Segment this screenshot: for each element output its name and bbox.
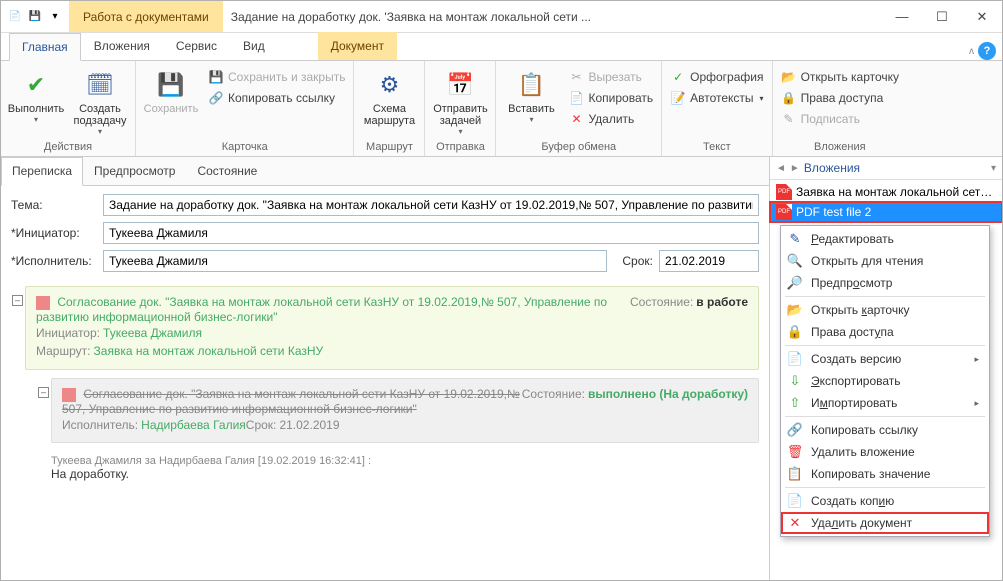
thread-title: Согласование док. "Заявка на монтаж лока…: [62, 387, 520, 416]
attachment-name: Заявка на монтаж локальной сети КазНУ о.…: [796, 185, 996, 199]
ctx-preview[interactable]: 🔎Предпросмотр: [781, 272, 989, 294]
titlebar: 📄 💾 ▾ Работа с документами Задание на до…: [1, 1, 1002, 33]
tab-state[interactable]: Состояние: [186, 157, 268, 185]
paste-button[interactable]: 📋 Вставить ▾: [500, 67, 562, 126]
window-title: Задание на доработку док. 'Заявка на мон…: [223, 10, 882, 24]
thread-title: Согласование док. "Заявка на монтаж лока…: [36, 295, 607, 324]
sign-button[interactable]: ✎Подписать: [777, 109, 903, 129]
ribbon-tabs: Главная Вложения Сервис Вид Документ ʌ ?: [1, 33, 1002, 61]
maximize-button[interactable]: ☐: [922, 2, 962, 32]
access-rights-button[interactable]: 🔒Права доступа: [777, 88, 903, 108]
attachments-panel: ◄ ► Вложения ▾ PDF Заявка на монтаж лока…: [770, 157, 1002, 580]
qat-save-icon[interactable]: 💾: [27, 9, 43, 25]
ctx-copy-link[interactable]: 🔗Копировать ссылку: [781, 419, 989, 441]
group-card-label: Карточка: [140, 140, 349, 154]
send-task-button[interactable]: 📅 Отправить задачей ▾: [429, 67, 491, 138]
help-icon[interactable]: ?: [978, 42, 996, 60]
ctx-delete-attachment[interactable]: 🗑Удалить вложение: [781, 441, 989, 463]
document-icon: [62, 388, 76, 402]
tab-service[interactable]: Сервис: [163, 32, 230, 60]
ctx-delete-document[interactable]: ✕Удалить документ: [781, 512, 989, 534]
ctx-edit[interactable]: ✎Редактировать: [781, 228, 989, 250]
close-button[interactable]: ✕: [962, 2, 1002, 32]
context-menu: ✎Редактировать 🔍Открыть для чтения 🔎Пред…: [780, 225, 990, 537]
nav-next-icon[interactable]: ►: [790, 163, 800, 174]
create-subtask-button[interactable]: 🗓 Создать подзадачу ▾: [69, 67, 131, 138]
form: Тема: Инициатор: Исполнитель: Срок:: [1, 186, 769, 280]
ctx-open-read[interactable]: 🔍Открыть для чтения: [781, 250, 989, 272]
initiator-label: Инициатор:: [11, 226, 97, 240]
collapse-icon[interactable]: –: [38, 387, 49, 398]
executor-input[interactable]: [103, 250, 607, 272]
group-route-label: Маршрут: [358, 140, 420, 154]
nav-prev-icon[interactable]: ◄: [776, 163, 786, 174]
ribbon: ✔ Выполнить ▾ 🗓 Создать подзадачу ▾ Дейс…: [1, 61, 1002, 157]
deadline-label: Срок:: [613, 254, 653, 268]
tab-attachments[interactable]: Вложения: [81, 32, 163, 60]
tab-document[interactable]: Документ: [318, 32, 397, 60]
ctx-import[interactable]: ⇧Импортировать▸: [781, 392, 989, 414]
initiator-input[interactable]: [103, 222, 759, 244]
subject-label: Тема:: [11, 198, 97, 212]
pdf-icon: PDF: [776, 184, 792, 200]
group-text-label: Текст: [666, 140, 767, 154]
ctx-rights[interactable]: 🔒Права доступа: [781, 321, 989, 343]
collapse-icon[interactable]: –: [12, 295, 23, 306]
thread-item[interactable]: – Состояние: в работе Согласование док. …: [25, 286, 759, 370]
contextual-tab-label: Работа с документами: [69, 1, 223, 32]
deadline-input[interactable]: [659, 250, 759, 272]
open-card-button[interactable]: 📂Открыть карточку: [777, 67, 903, 87]
thread-item[interactable]: – Состояние: выполнено (На доработку) Со…: [51, 378, 759, 443]
document-icon: [36, 296, 50, 310]
save-close-button[interactable]: 💾Сохранить и закрыть: [204, 67, 349, 87]
pdf-icon: PDF: [776, 204, 792, 220]
subject-input[interactable]: [103, 194, 759, 216]
attachment-name: PDF test file 2: [796, 205, 996, 219]
ribbon-collapse-icon[interactable]: ʌ: [969, 46, 974, 57]
group-clipboard-label: Буфер обмена: [500, 140, 657, 154]
execute-button[interactable]: ✔ Выполнить ▾: [5, 67, 67, 126]
autotext-button[interactable]: 📝Автотексты▾: [666, 88, 767, 108]
message-author: Тукеева Джамиля за Надирбаева Галия [19.…: [51, 455, 759, 467]
qat-app-icon[interactable]: 📄: [7, 9, 23, 25]
group-send-label: Отправка: [429, 140, 491, 154]
copy-button[interactable]: 📄Копировать: [564, 88, 657, 108]
executor-label: Исполнитель:: [11, 254, 97, 268]
attachment-item[interactable]: PDF PDF test file 2: [770, 202, 1002, 222]
group-actions-label: Действия: [5, 140, 131, 154]
delete-button[interactable]: ✕Удалить: [564, 109, 657, 129]
tab-correspondence[interactable]: Переписка: [1, 157, 83, 186]
attachment-item[interactable]: PDF Заявка на монтаж локальной сети КазН…: [770, 182, 1002, 202]
panel-dropdown-icon[interactable]: ▾: [991, 163, 996, 174]
tab-view[interactable]: Вид: [230, 32, 278, 60]
cut-button[interactable]: ✂Вырезать: [564, 67, 657, 87]
group-attachments-label: Вложения: [777, 140, 903, 154]
thread-message: Тукеева Джамиля за Надирбаева Галия [19.…: [51, 451, 759, 485]
save-button[interactable]: 💾 Сохранить: [140, 67, 202, 117]
ctx-export[interactable]: ⇩Экспортировать: [781, 370, 989, 392]
ctx-copy-value[interactable]: 📋Копировать значение: [781, 463, 989, 485]
route-scheme-button[interactable]: ⚙ Схема маршрута: [358, 67, 420, 129]
ctx-create-version[interactable]: 📄Создать версию▸: [781, 348, 989, 370]
ctx-make-copy[interactable]: 📄Создать копию: [781, 490, 989, 512]
copy-link-button[interactable]: 🔗Копировать ссылку: [204, 88, 349, 108]
spellcheck-button[interactable]: ✓Орфография: [666, 67, 767, 87]
ctx-open-card[interactable]: 📂Открыть карточку: [781, 299, 989, 321]
minimize-button[interactable]: —: [882, 2, 922, 32]
qat-dropdown-icon[interactable]: ▾: [47, 9, 63, 25]
tab-preview[interactable]: Предпросмотр: [83, 157, 186, 185]
tab-main[interactable]: Главная: [9, 33, 81, 61]
thread: – Состояние: в работе Согласование док. …: [1, 280, 769, 580]
main-tabs: Переписка Предпросмотр Состояние: [1, 157, 769, 186]
message-body: На доработку.: [51, 467, 759, 481]
panel-title: Вложения: [804, 161, 860, 175]
